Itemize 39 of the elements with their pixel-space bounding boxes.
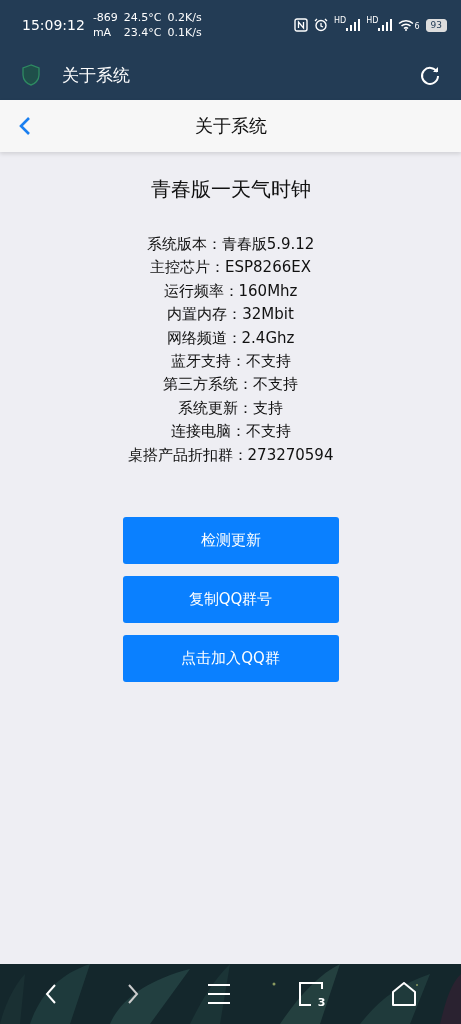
info-line: 运行频率：160Mhz: [163, 280, 298, 302]
back-icon[interactable]: [43, 983, 58, 1005]
refresh-icon[interactable]: [419, 64, 441, 86]
network-label: HD: [334, 16, 347, 25]
status-time: 15:09:12: [22, 17, 85, 33]
forward-icon[interactable]: [125, 983, 140, 1005]
page-title: 关于系统: [194, 114, 267, 138]
current-unit: mA: [92, 25, 113, 40]
app-title: 关于系统: [62, 63, 130, 87]
action-button[interactable]: 复制QQ群号: [122, 576, 339, 624]
action-button[interactable]: 点击加入QQ群: [122, 635, 339, 683]
temperature-reading: 24.5°C: [123, 10, 162, 25]
temperature-reading: 23.4°C: [123, 25, 162, 40]
info-line: 蓝牙支持：不支持: [170, 351, 291, 373]
network-speed: 0.1K/s: [167, 25, 202, 40]
battery-level: 93: [425, 18, 447, 32]
home-icon[interactable]: [391, 982, 418, 1006]
network-label: HD: [366, 16, 379, 25]
info-line: 系统更新：支持: [178, 397, 283, 419]
info-line: 系统版本：青春版5.9.12: [146, 234, 315, 255]
menu-icon[interactable]: [207, 983, 232, 1005]
info-line: 主控芯片：ESP8266EX: [150, 257, 311, 279]
nfc-icon: [294, 18, 309, 32]
wifi-icon: [398, 19, 415, 31]
tab-count: 3: [317, 996, 326, 1009]
signal-icon: [378, 19, 393, 31]
info-line: 内置内存：32Mbit: [167, 304, 294, 326]
current-reading: -869: [92, 10, 118, 25]
info-line: 第三方系统：不支持: [163, 374, 298, 396]
network-speed: 0.2K/s: [167, 10, 202, 25]
info-line: 连接电脑：不支持: [170, 421, 291, 443]
wifi-label: 6: [414, 22, 420, 31]
signal-icon: [346, 19, 361, 31]
device-heading: 青春版一天气时钟: [150, 177, 311, 203]
info-line: 网络频道：2.4Ghz: [166, 327, 295, 349]
shield-icon: [22, 64, 40, 86]
action-button[interactable]: 检测更新: [122, 517, 339, 565]
info-line: 桌搭产品折扣群：273270594: [127, 444, 334, 466]
alarm-icon: [314, 18, 329, 32]
